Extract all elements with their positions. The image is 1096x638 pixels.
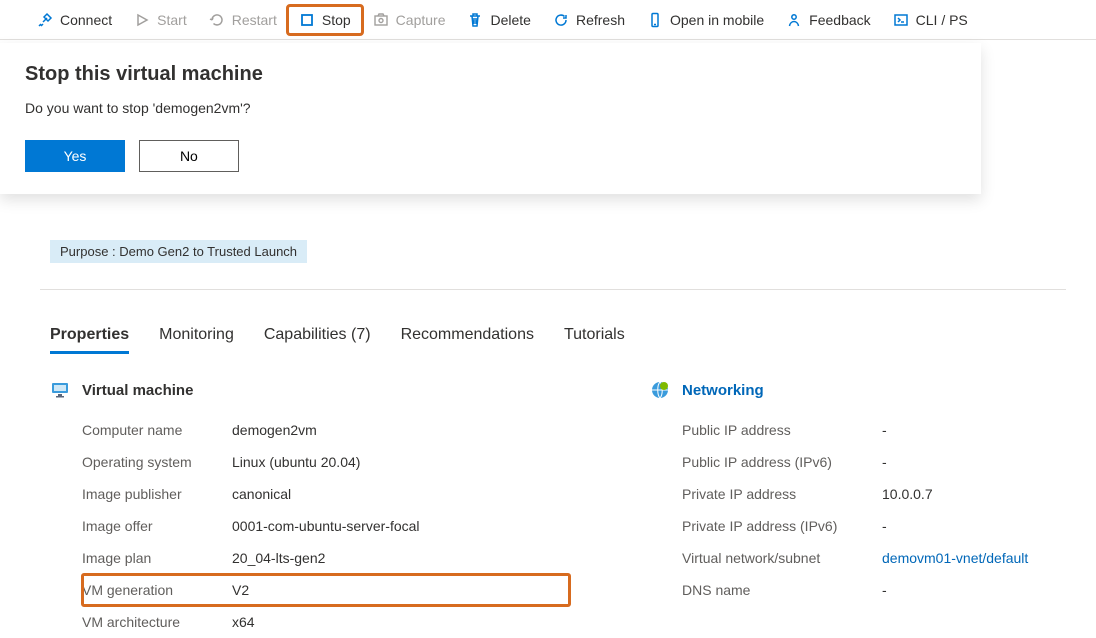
label-computer-name: Computer name — [82, 422, 232, 438]
open-mobile-label: Open in mobile — [670, 12, 764, 28]
refresh-label: Refresh — [576, 12, 625, 28]
vm-section-head: Virtual machine — [50, 380, 570, 400]
start-button: Start — [123, 6, 198, 34]
label-plan: Image plan — [82, 550, 232, 566]
cli-button[interactable]: CLI / PS — [882, 6, 979, 34]
divider — [40, 289, 1066, 290]
row-vnet: Virtual network/subnet demovm01-vnet/def… — [682, 542, 1028, 574]
value-computer-name: demogen2vm — [232, 422, 317, 438]
tab-tutorials[interactable]: Tutorials — [564, 320, 625, 354]
vm-section-title: Virtual machine — [82, 382, 193, 399]
stop-button[interactable]: Stop — [288, 6, 362, 34]
tab-properties[interactable]: Properties — [50, 320, 129, 354]
row-priv-ip: Private IP address 10.0.0.7 — [682, 478, 1028, 510]
label-priv-ip6: Private IP address (IPv6) — [682, 518, 882, 534]
tab-recommendations[interactable]: Recommendations — [401, 320, 534, 354]
networking-section: Networking Public IP address - Public IP… — [650, 380, 1028, 638]
row-architecture: VM architecture x64 — [82, 606, 570, 638]
connect-label: Connect — [60, 12, 112, 28]
refresh-icon — [553, 12, 569, 28]
row-pub-ip: Public IP address - — [682, 414, 1028, 446]
properties-grid: Virtual machine Computer name demogen2vm… — [50, 380, 1056, 638]
trash-icon — [467, 12, 483, 28]
tab-capabilities[interactable]: Capabilities (7) — [264, 320, 371, 354]
restart-icon — [209, 12, 225, 28]
mobile-icon — [647, 12, 663, 28]
value-priv-ip: 10.0.0.7 — [882, 486, 933, 502]
label-vnet: Virtual network/subnet — [682, 550, 882, 566]
delete-label: Delete — [490, 12, 530, 28]
value-pub-ip6: - — [882, 454, 887, 470]
connect-button[interactable]: Connect — [26, 6, 123, 34]
value-offer: 0001-com-ubuntu-server-focal — [232, 518, 420, 534]
value-pub-ip: - — [882, 422, 887, 438]
cli-icon — [893, 12, 909, 28]
stop-vm-dialog: Stop this virtual machine Do you want to… — [0, 43, 981, 194]
value-publisher: canonical — [232, 486, 291, 502]
row-vm-generation: VM generation V2 — [82, 574, 570, 606]
label-pub-ip6: Public IP address (IPv6) — [682, 454, 882, 470]
stop-icon — [299, 12, 315, 28]
value-vnet[interactable]: demovm01-vnet/default — [882, 550, 1028, 566]
label-priv-ip: Private IP address — [682, 486, 882, 502]
value-dns: - — [882, 582, 887, 598]
row-priv-ip6: Private IP address (IPv6) - — [682, 510, 1028, 542]
row-pub-ip6: Public IP address (IPv6) - — [682, 446, 1028, 478]
dialog-title: Stop this virtual machine — [25, 63, 956, 86]
restart-button: Restart — [198, 6, 288, 34]
vm-section: Virtual machine Computer name demogen2vm… — [50, 380, 570, 638]
row-computer-name: Computer name demogen2vm — [82, 414, 570, 446]
row-os: Operating system Linux (ubuntu 20.04) — [82, 446, 570, 478]
cli-label: CLI / PS — [916, 12, 968, 28]
feedback-button[interactable]: Feedback — [775, 6, 881, 34]
connect-icon — [37, 12, 53, 28]
start-label: Start — [157, 12, 187, 28]
open-mobile-button[interactable]: Open in mobile — [636, 6, 775, 34]
label-offer: Image offer — [82, 518, 232, 534]
row-dns: DNS name - — [682, 574, 1028, 606]
label-dns: DNS name — [682, 582, 882, 598]
label-generation: VM generation — [82, 582, 232, 598]
label-publisher: Image publisher — [82, 486, 232, 502]
refresh-button[interactable]: Refresh — [542, 6, 636, 34]
restart-label: Restart — [232, 12, 277, 28]
value-generation: V2 — [232, 582, 249, 598]
networking-icon — [650, 380, 670, 400]
delete-button[interactable]: Delete — [456, 6, 541, 34]
vm-icon — [50, 380, 70, 400]
label-architecture: VM architecture — [82, 614, 232, 630]
capture-icon — [373, 12, 389, 28]
row-publisher: Image publisher canonical — [82, 478, 570, 510]
dialog-message: Do you want to stop 'demogen2vm'? — [25, 100, 956, 116]
play-icon — [134, 12, 150, 28]
value-os: Linux (ubuntu 20.04) — [232, 454, 360, 470]
feedback-label: Feedback — [809, 12, 870, 28]
stop-label: Stop — [322, 12, 351, 28]
feedback-icon — [786, 12, 802, 28]
label-pub-ip: Public IP address — [682, 422, 882, 438]
tab-monitoring[interactable]: Monitoring — [159, 320, 234, 354]
row-offer: Image offer 0001-com-ubuntu-server-focal — [82, 510, 570, 542]
command-bar: Connect Start Restart Stop Capture Delet… — [0, 0, 1096, 40]
capture-label: Capture — [396, 12, 446, 28]
networking-section-head[interactable]: Networking — [650, 380, 1028, 400]
label-os: Operating system — [82, 454, 232, 470]
yes-button[interactable]: Yes — [25, 140, 125, 172]
tabs: Properties Monitoring Capabilities (7) R… — [50, 320, 1056, 354]
no-button[interactable]: No — [139, 140, 239, 172]
networking-section-title: Networking — [682, 382, 764, 399]
value-plan: 20_04-lts-gen2 — [232, 550, 325, 566]
row-plan: Image plan 20_04-lts-gen2 — [82, 542, 570, 574]
value-architecture: x64 — [232, 614, 255, 630]
capture-button: Capture — [362, 6, 457, 34]
tag-purpose[interactable]: Purpose : Demo Gen2 to Trusted Launch — [50, 240, 307, 263]
value-priv-ip6: - — [882, 518, 887, 534]
